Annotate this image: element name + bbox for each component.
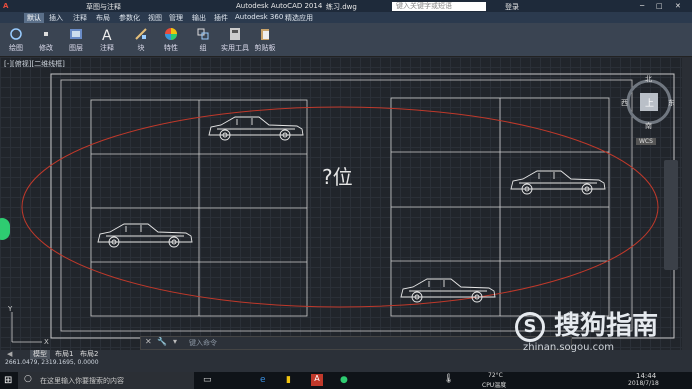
paper-border-inner (60, 79, 633, 332)
tab-featured-apps[interactable]: 精选应用 (282, 13, 316, 23)
right-grid (390, 97, 610, 317)
paper-border-outer (50, 73, 675, 339)
close-icon[interactable]: ✕ (675, 2, 681, 10)
car-drawing-2 (97, 223, 193, 248)
workspace-dropdown[interactable]: 草图与注释 (86, 2, 121, 12)
svg-text:A: A (102, 28, 112, 41)
coordinates-readout: 2661.0479, 2319.1695, 0.0000 (5, 359, 99, 366)
tab-model[interactable]: 模型 (30, 350, 50, 359)
close-icon[interactable]: ✕ (145, 337, 152, 346)
windows-start-icon[interactable]: ⊞ (4, 375, 12, 386)
tab-layout[interactable]: 布局 (93, 13, 113, 23)
login-button[interactable]: 登录 (505, 2, 519, 12)
cpu-label: CPU温度 (482, 382, 507, 389)
sogou-watermark: S 搜狗指南 (515, 305, 658, 342)
tab-autodesk360[interactable]: Autodesk 360 (232, 13, 286, 21)
draw-icon (10, 28, 22, 40)
layer-icon (70, 29, 82, 39)
left-grid (90, 99, 308, 317)
title-bar: A 草图与注释 Autodesk AutoCAD 2014 练习.dwg 键入关… (0, 0, 692, 12)
sogou-logo-icon: S (515, 311, 545, 342)
navigation-bar[interactable] (664, 160, 678, 270)
ribbon-modify-button[interactable]: 修改 (33, 23, 59, 56)
tab-layout1[interactable]: 布局1 (52, 350, 76, 359)
svg-text:X: X (44, 338, 49, 346)
clipboard-icon (261, 29, 269, 40)
ribbon-layer-button[interactable]: 图层 (63, 23, 89, 56)
ribbon-annotate-button[interactable]: A 注释 (94, 23, 120, 56)
car-drawing-3 (510, 170, 606, 195)
ribbon-properties-button[interactable]: 特性 (158, 23, 184, 56)
autocad-logo-icon[interactable]: A (3, 2, 8, 10)
app-title: Autodesk AutoCAD 2014 (236, 2, 323, 10)
minimize-icon[interactable]: ─ (640, 2, 644, 10)
tab-layout2[interactable]: 布局2 (77, 350, 101, 359)
tab-view[interactable]: 视图 (145, 13, 165, 23)
text-a-icon: A (102, 28, 112, 41)
vertical-scrollbar[interactable] (682, 57, 692, 350)
search-icon: ○ (24, 374, 32, 384)
car-drawing-4 (400, 278, 496, 303)
tab-parametric[interactable]: 参数化 (116, 13, 143, 23)
ribbon-group-button[interactable]: 组 (190, 23, 216, 56)
temperature-value: 72°C (488, 372, 503, 379)
task-view-icon[interactable]: ▭ (203, 375, 212, 385)
ribbon-tabs: 默认 插入 注释 布局 参数化 视图 管理 输出 插件 Autodesk 360… (0, 12, 692, 23)
clock-time[interactable]: 14:44 (636, 372, 656, 380)
status-bar: ◀ 模型 布局1 布局2 (0, 350, 692, 372)
svg-text:Y: Y (7, 305, 13, 313)
wcs-menu[interactable]: WCS (636, 138, 656, 145)
color-wheel-icon (165, 28, 177, 40)
tab-insert[interactable]: 插入 (46, 13, 66, 23)
clock-date[interactable]: 2018/7/18 (628, 380, 659, 387)
viewcube[interactable]: 北 南 西 东 上 (621, 75, 677, 130)
watermark-url: zhinan.sogou.com (523, 342, 615, 353)
viewport-controls[interactable]: [-][俯视][二维线框] (4, 59, 65, 69)
calculator-icon (230, 28, 240, 40)
ribbon-draw-button[interactable]: 绘图 (3, 23, 29, 56)
file-name: 练习.dwg (326, 3, 357, 11)
tab-plugins[interactable]: 插件 (211, 13, 231, 23)
folder-icon[interactable]: ▮ (286, 375, 291, 385)
first-tab-icon[interactable]: ◀ (4, 350, 15, 359)
autocad-taskbar-icon[interactable]: A (311, 374, 323, 386)
group-icon (197, 28, 209, 40)
canvas-text: ?位 (322, 165, 353, 189)
wrench-icon[interactable]: 🔧 (157, 337, 167, 346)
tab-output[interactable]: 输出 (189, 13, 209, 23)
car-drawing-1 (208, 116, 304, 141)
app-icon[interactable]: ● (340, 375, 348, 385)
chevron-down-icon[interactable]: ▾ (173, 337, 177, 346)
edge-icon[interactable]: e (260, 375, 266, 385)
ribbon-panel: 绘图 修改 图层 A 注释 块 特性 组 实用工具 剪贴板 (0, 23, 692, 57)
ribbon-block-button[interactable]: 块 (128, 23, 154, 56)
tab-annotate[interactable]: 注释 (70, 13, 90, 23)
maximize-icon[interactable]: □ (656, 2, 663, 10)
tab-default[interactable]: 默认 (24, 13, 44, 23)
modify-icon (44, 32, 48, 36)
command-line[interactable]: ✕ 🔧 ▾ 键入命令 (140, 336, 572, 350)
ribbon-utilities-button[interactable]: 实用工具 (220, 23, 250, 56)
help-search-input[interactable]: 键入关键字或短语 (392, 2, 486, 11)
thermometer-icon: 🌡 (443, 374, 455, 384)
block-icon (135, 28, 147, 40)
ribbon-clipboard-button[interactable]: 剪贴板 (252, 23, 278, 56)
taskbar-search-box[interactable]: ○ 在这里输入你要搜索的内容 (18, 372, 194, 389)
command-input[interactable]: 键入命令 (189, 338, 217, 348)
ucs-icon: Y X (7, 305, 49, 346)
tab-manage[interactable]: 管理 (166, 13, 186, 23)
